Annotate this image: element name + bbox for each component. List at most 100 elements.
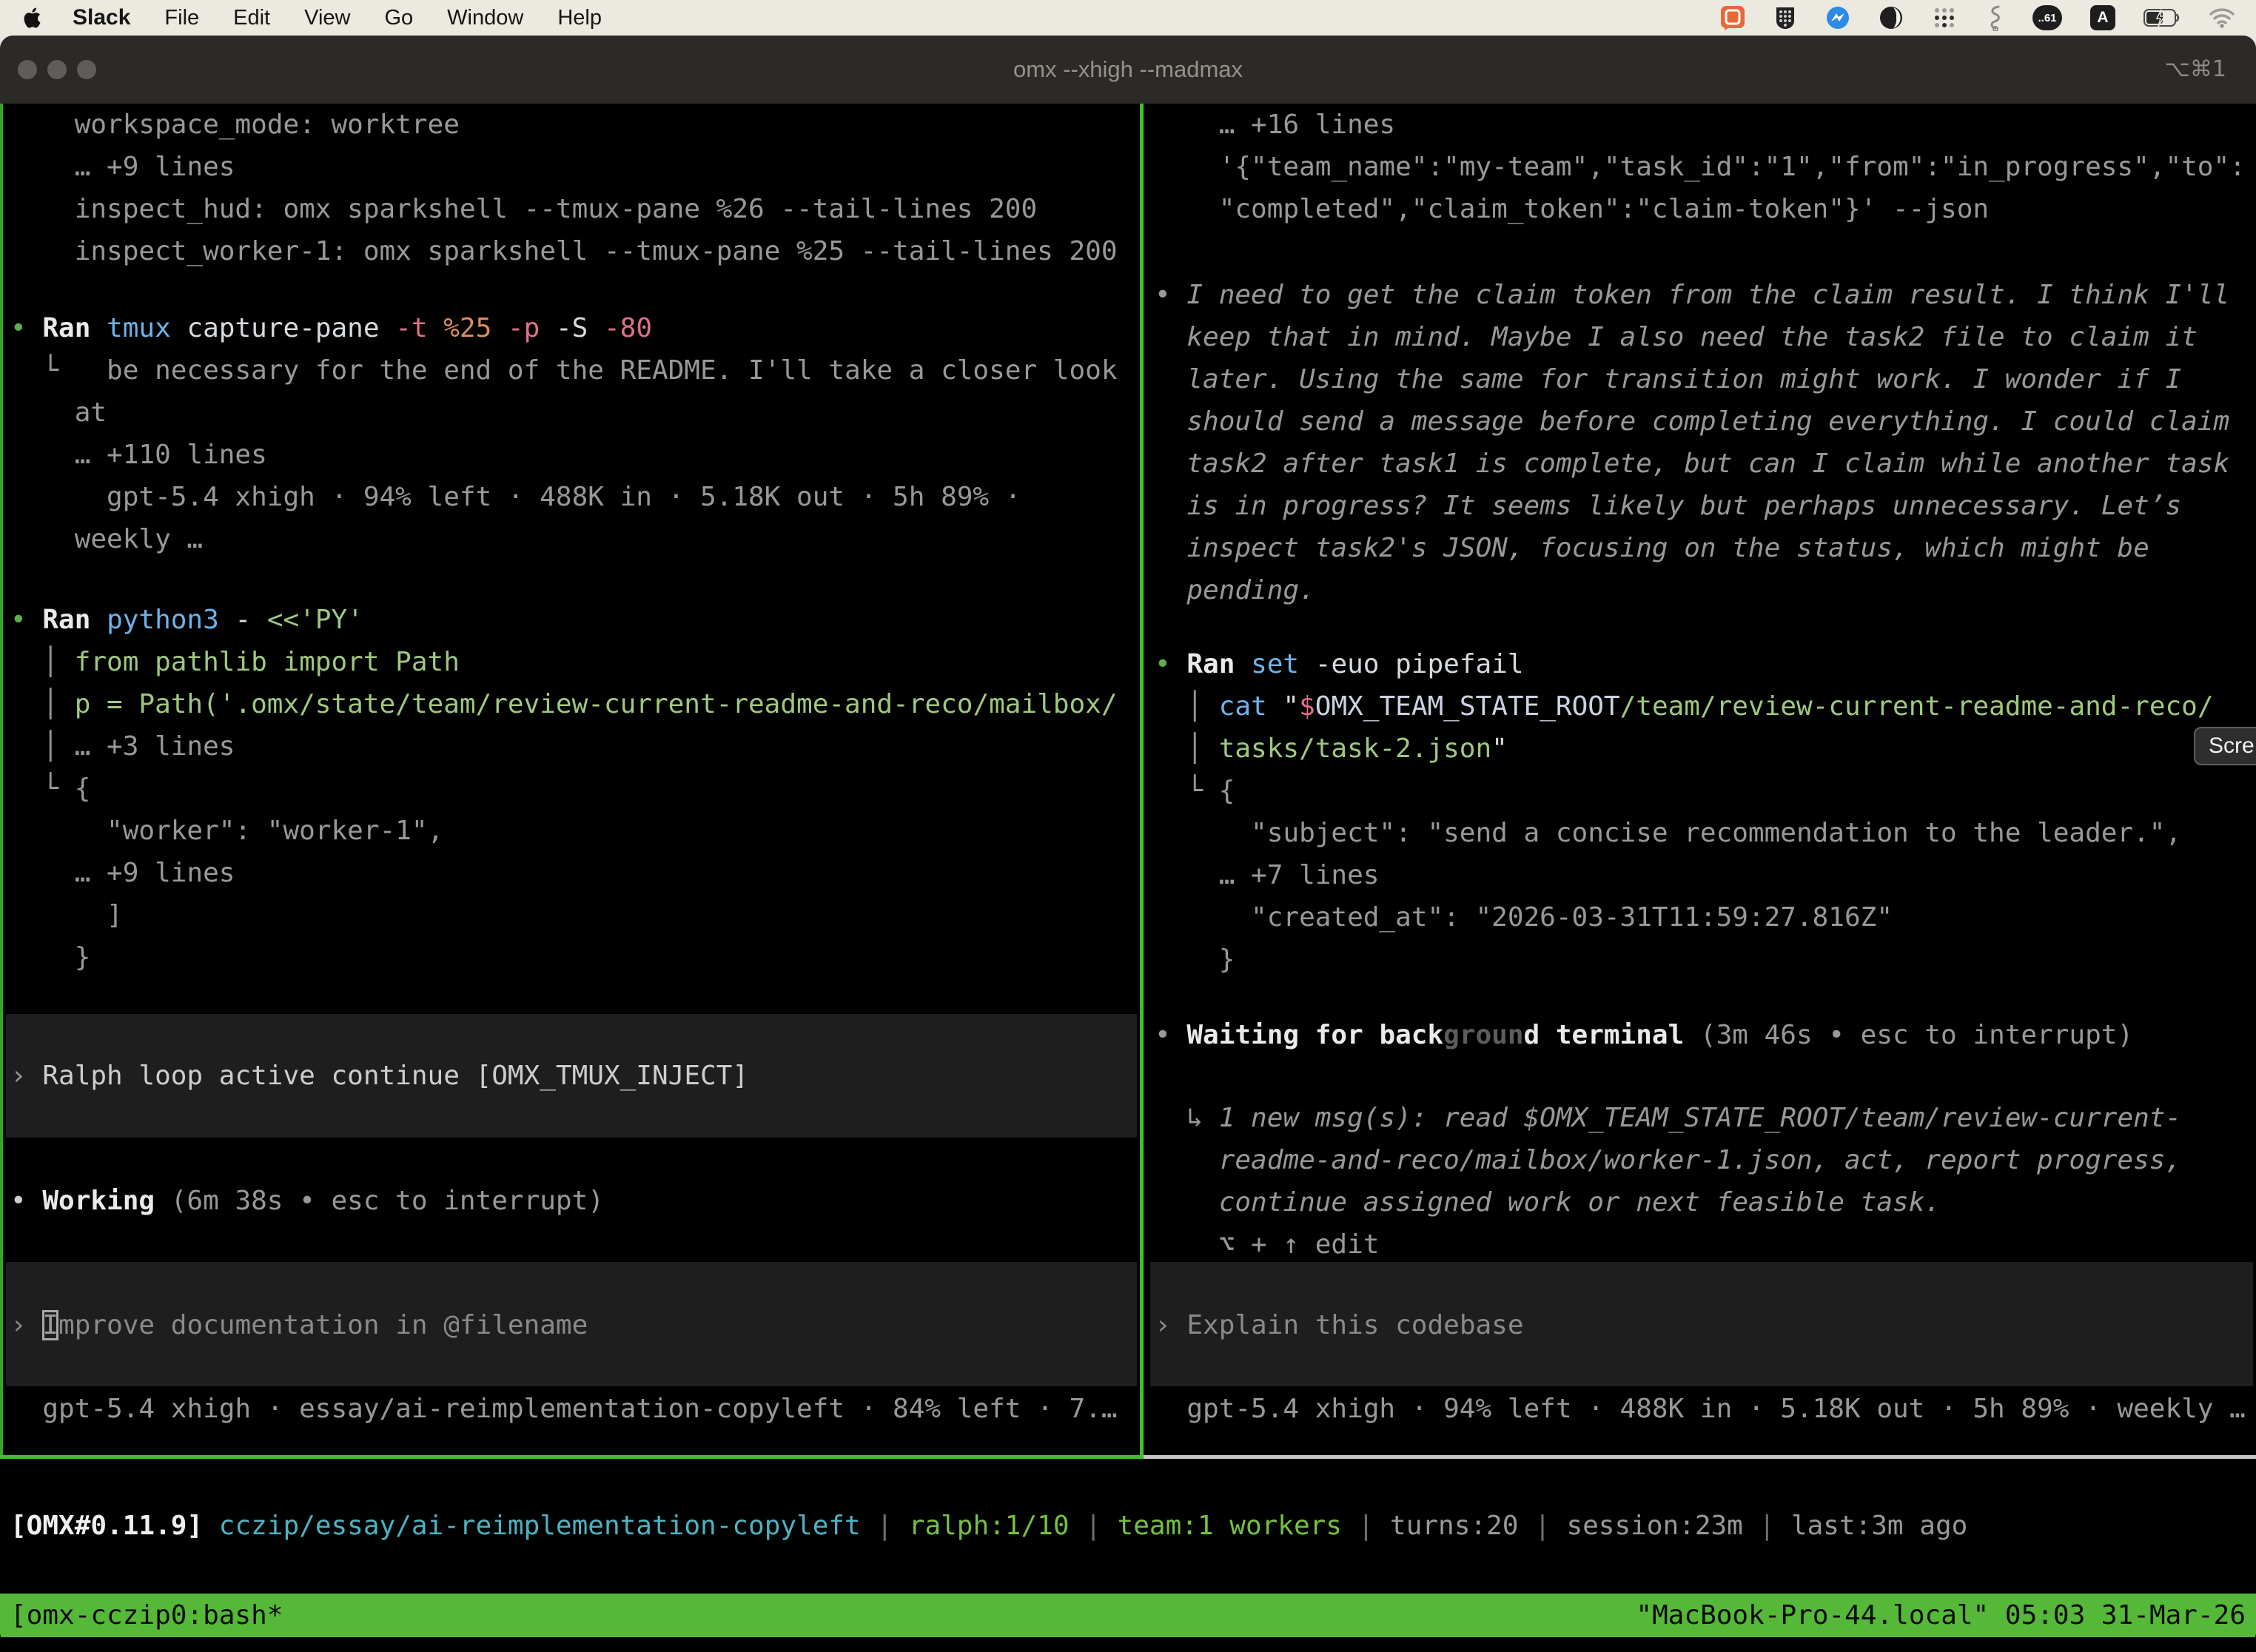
badge-61-icon[interactable]: ..61 xyxy=(2032,5,2062,30)
terminal-line: ↳ 1 new msg(s): read $OMX_TEAM_STATE_ROO… xyxy=(1155,1097,2256,1139)
text-span: cczip/essay/ai-reimplementation-copyleft xyxy=(219,1511,861,1541)
terminal-line: • Ran set -euo pipefail xyxy=(1155,643,2256,685)
chat-app-icon[interactable] xyxy=(1720,5,1745,30)
terminal-line: ] xyxy=(10,894,1140,936)
text-span: /team/review-current-readme-and-reco/ xyxy=(1620,691,2214,722)
text-span: I xyxy=(42,1310,58,1340)
dots-grid-icon[interactable] xyxy=(1932,5,1957,30)
terminal-line: › Improve documentation in @filename xyxy=(10,1304,1140,1346)
terminal-line: } xyxy=(1155,939,2256,981)
menu-edit[interactable]: Edit xyxy=(233,6,270,30)
text-span: <<'PY' xyxy=(267,605,363,635)
text-span: at xyxy=(10,397,107,428)
pane-left[interactable]: workspace_mode: worktree … +9 lines insp… xyxy=(0,104,1140,1455)
text-span: "worker": "worker-1", xyxy=(10,816,443,846)
text-span: continue assigned work or next feasible … xyxy=(1155,1187,1941,1218)
terminal-line: • Waiting for background terminal (3m 46… xyxy=(1155,1014,2256,1056)
terminal-line: • Ran python3 - <<'PY' xyxy=(10,599,1140,641)
text-span: inspect_worker-1: omx sparkshell --tmux-… xyxy=(10,236,1118,266)
terminal-line: gpt-5.4 xhigh · 94% left · 488K in · 5.1… xyxy=(1155,1388,2256,1430)
text-span: workspace_mode: worktree xyxy=(10,110,460,140)
terminal-line: "created_at": "2026-03-31T11:59:27.816Z" xyxy=(1155,896,2256,939)
text-span: " xyxy=(1491,733,1508,764)
text-span: Waiting for back xyxy=(1186,1020,1443,1050)
window-titlebar[interactable]: omx --xhigh --madmax ⌥⌘1 xyxy=(0,36,2256,104)
terminal-line: later. Using the same for transition mig… xyxy=(1155,358,2256,400)
terminal-line: gpt-5.4 xhigh · essay/ai-reimplementatio… xyxy=(10,1388,1140,1430)
terminal-line: • Working (6m 38s • esc to interrupt) xyxy=(10,1180,1140,1222)
text-span: ⌥ + ↑ edit xyxy=(1155,1229,1379,1260)
terminal-section: › Improve documentation in @filename xyxy=(10,1304,1140,1346)
text-span: { xyxy=(75,773,91,804)
terminal-section: › Ralph loop active continue [OMX_TMUX_I… xyxy=(10,1055,1140,1097)
text-span: ↳ xyxy=(1155,1103,1219,1133)
terminal-line: … +16 lines xyxy=(1155,104,2256,146)
terminal-content: workspace_mode: worktree … +9 lines insp… xyxy=(0,104,2256,1455)
text-span: pending. xyxy=(1155,575,1315,605)
menu-file[interactable]: File xyxy=(164,6,199,30)
text-span: python3 xyxy=(107,605,235,635)
battery-charging-icon[interactable] xyxy=(2143,8,2181,27)
squiggle-icon[interactable] xyxy=(1985,4,2004,31)
terminal-line: inspect_worker-1: omx sparkshell --tmux-… xyxy=(10,230,1140,272)
text-span: Ralph loop active continue [OMX_TMUX_INJ… xyxy=(42,1061,748,1091)
text-span: • xyxy=(1155,1020,1186,1050)
terminal-line: pending. xyxy=(1155,569,2256,611)
terminal-line: └ be necessary for the end of the README… xyxy=(10,349,1140,392)
menubar-status-icons: ..61 A xyxy=(1720,4,2235,31)
text-span: task2 after task1 is complete, but can I… xyxy=(1155,449,2229,479)
text-span: -80 xyxy=(604,313,652,343)
tmux-status-bar[interactable]: [omx-cczip0:bash* "MacBook-Pro-44.local"… xyxy=(0,1594,2256,1637)
text-span: inspect_hud: omx sparkshell --tmux-pane … xyxy=(10,194,1037,224)
terminal-line: workspace_mode: worktree xyxy=(10,104,1140,146)
keypad-icon[interactable] xyxy=(1773,5,1797,30)
terminal-line: │ p = Path('.omx/state/team/review-curre… xyxy=(10,683,1140,725)
terminal-line: │ tasks/task-2.json" xyxy=(1155,728,2256,770)
text-span: "created_at": "2026-03-31T11:59:27.816Z" xyxy=(1155,902,1893,933)
menu-go[interactable]: Go xyxy=(384,6,413,30)
text-span: | xyxy=(1342,1511,1390,1541)
input-source-icon[interactable]: A xyxy=(2090,5,2115,30)
menu-view[interactable]: View xyxy=(304,6,350,30)
pane-divider[interactable] xyxy=(1140,104,1144,1455)
text-span: ralph:1/10 xyxy=(909,1511,1070,1541)
menu-window[interactable]: Window xyxy=(447,6,523,30)
text-span: -S xyxy=(556,313,604,343)
terminal-line: … +110 lines xyxy=(10,434,1140,476)
text-span: is in progress? It seems likely but perh… xyxy=(1155,491,2181,521)
text-span: • xyxy=(10,313,42,343)
text-span: › xyxy=(10,1061,42,1091)
text-span: should send a message before completing … xyxy=(1155,406,2229,437)
terminal-line: └ { xyxy=(10,768,1140,810)
text-span: } xyxy=(10,942,90,973)
messenger-icon[interactable] xyxy=(1825,5,1850,30)
terminal-line: … +7 lines xyxy=(1155,854,2256,896)
wifi-icon[interactable] xyxy=(2209,7,2235,28)
text-span: 1 new msg(s): read $OMX_TEAM_STATE_ROOT/… xyxy=(1219,1103,2181,1133)
text-span: p = Path('.omx/state/team/review-current… xyxy=(75,689,1118,719)
terminal-section: • Ran tmux capture-pane -t %25 -p -S -80… xyxy=(10,307,1140,560)
apple-menu-icon[interactable] xyxy=(21,5,43,30)
text-span: from pathlib import Path xyxy=(75,647,460,677)
terminal-section: • Ran python3 - <<'PY' │ from pathlib im… xyxy=(10,599,1140,978)
menu-help[interactable]: Help xyxy=(557,6,602,30)
tmux-host-clock: "MacBook-Pro-44.local" 05:03 31-Mar-26 xyxy=(1636,1600,2246,1631)
text-span: last:3m ago xyxy=(1791,1511,1967,1541)
text-span: │ xyxy=(10,647,75,677)
crescent-icon[interactable] xyxy=(1879,5,1904,30)
text-span: [OMX#0.11.9] xyxy=(10,1511,203,1541)
text-span: │ xyxy=(1155,691,1219,722)
text-span: cat xyxy=(1219,691,1283,722)
terminal-line: '{"team_name":"my-team","task_id":"1","f… xyxy=(1155,146,2256,188)
text-span: turns:20 xyxy=(1390,1511,1518,1541)
text-span: gpt-5.4 xhigh · 94% left · 488K in · 5.1… xyxy=(10,482,1021,512)
text-span: } xyxy=(1155,944,1235,975)
terminal-line: task2 after task1 is complete, but can I… xyxy=(1155,443,2256,485)
text-span: Working xyxy=(42,1186,170,1216)
active-app-name[interactable]: Slack xyxy=(73,5,130,30)
pane-right[interactable]: … +16 lines '{"team_name":"my-team","tas… xyxy=(1144,104,2256,1455)
text-span: OMX_TEAM_STATE_ROOT xyxy=(1315,691,1620,722)
terminal-line: at xyxy=(10,392,1140,434)
text-span: '{"team_name":"my-team","task_id":"1","f… xyxy=(1155,152,2246,182)
window-shortcut-badge: ⌥⌘1 xyxy=(2164,36,2226,104)
